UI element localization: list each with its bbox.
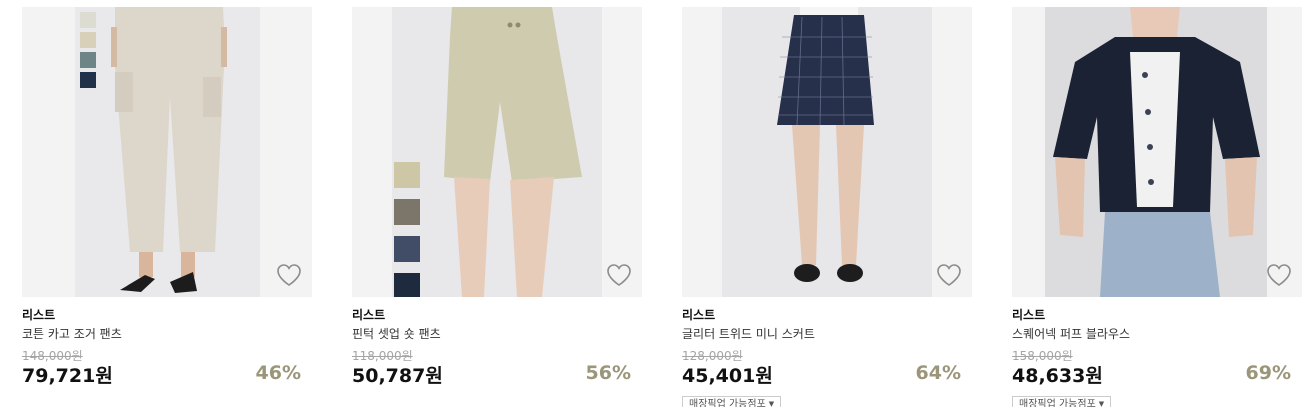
sale-price: 48,633원 [1012,365,1103,387]
product-photo-cargo-pants [75,7,260,297]
product-image[interactable] [22,7,312,297]
product-card[interactable]: 리스트 핀턱 셋업 숏 팬츠 118,000원 50,787원 56% [352,0,642,407]
brand-name[interactable]: 리스트 [352,306,385,323]
color-swatches [394,162,420,297]
caret-down-icon: ▼ [1098,400,1105,407]
discount-rate: 46% [255,362,301,384]
sale-price: 45,401원 [682,365,773,387]
discount-rate: 69% [1245,362,1291,384]
sale-price: 50,787원 [352,365,443,387]
store-pickup-dropdown[interactable]: 매장픽업 가능점포 ▼ [682,396,782,407]
heart-outline-icon[interactable] [936,263,962,287]
store-pickup-label: 매장픽업 가능점포 [1019,399,1096,407]
brand-name[interactable]: 리스트 [1012,306,1045,323]
discount-rate: 64% [915,362,961,384]
color-swatch[interactable] [80,52,96,68]
product-photo-puff-blouse [1045,7,1267,297]
store-pickup-label: 매장픽업 가능점포 [689,399,766,407]
color-swatch[interactable] [80,72,96,88]
product-card[interactable]: 리스트 스퀘어넥 퍼프 블라우스 158,000원 48,633원 69% 매장… [1012,0,1302,407]
product-name[interactable]: 핀턱 셋업 숏 팬츠 [352,325,441,342]
product-image[interactable] [682,7,972,297]
product-name[interactable]: 코튼 카고 조거 팬츠 [22,325,122,342]
product-photo-tweed-skirt [722,7,932,297]
color-swatch[interactable] [394,199,420,225]
product-card[interactable]: 리스트 글리터 트위드 미니 스커트 128,000원 45,401원 64% … [682,0,972,407]
heart-outline-icon[interactable] [276,263,302,287]
color-swatch[interactable] [394,236,420,262]
caret-down-icon: ▼ [768,400,775,407]
product-image[interactable] [352,7,642,297]
color-swatch[interactable] [80,32,96,48]
heart-outline-icon[interactable] [1266,263,1292,287]
heart-outline-icon[interactable] [606,263,632,287]
product-image[interactable] [1012,7,1302,297]
product-card[interactable]: 리스트 코튼 카고 조거 팬츠 148,000원 79,721원 46% [22,0,312,407]
discount-rate: 56% [585,362,631,384]
product-grid: 리스트 코튼 카고 조거 팬츠 148,000원 79,721원 46% 리스트… [0,0,1311,407]
brand-name[interactable]: 리스트 [22,306,55,323]
sale-price: 79,721원 [22,365,113,387]
color-swatch[interactable] [394,162,420,188]
product-name[interactable]: 글리터 트위드 미니 스커트 [682,325,815,342]
store-pickup-dropdown[interactable]: 매장픽업 가능점포 ▼ [1012,396,1112,407]
product-name[interactable]: 스퀘어넥 퍼프 블라우스 [1012,325,1130,342]
brand-name[interactable]: 리스트 [682,306,715,323]
color-swatches [80,12,96,88]
color-swatch[interactable] [80,12,96,28]
product-photo-shorts [392,7,602,297]
color-swatch[interactable] [394,273,420,297]
